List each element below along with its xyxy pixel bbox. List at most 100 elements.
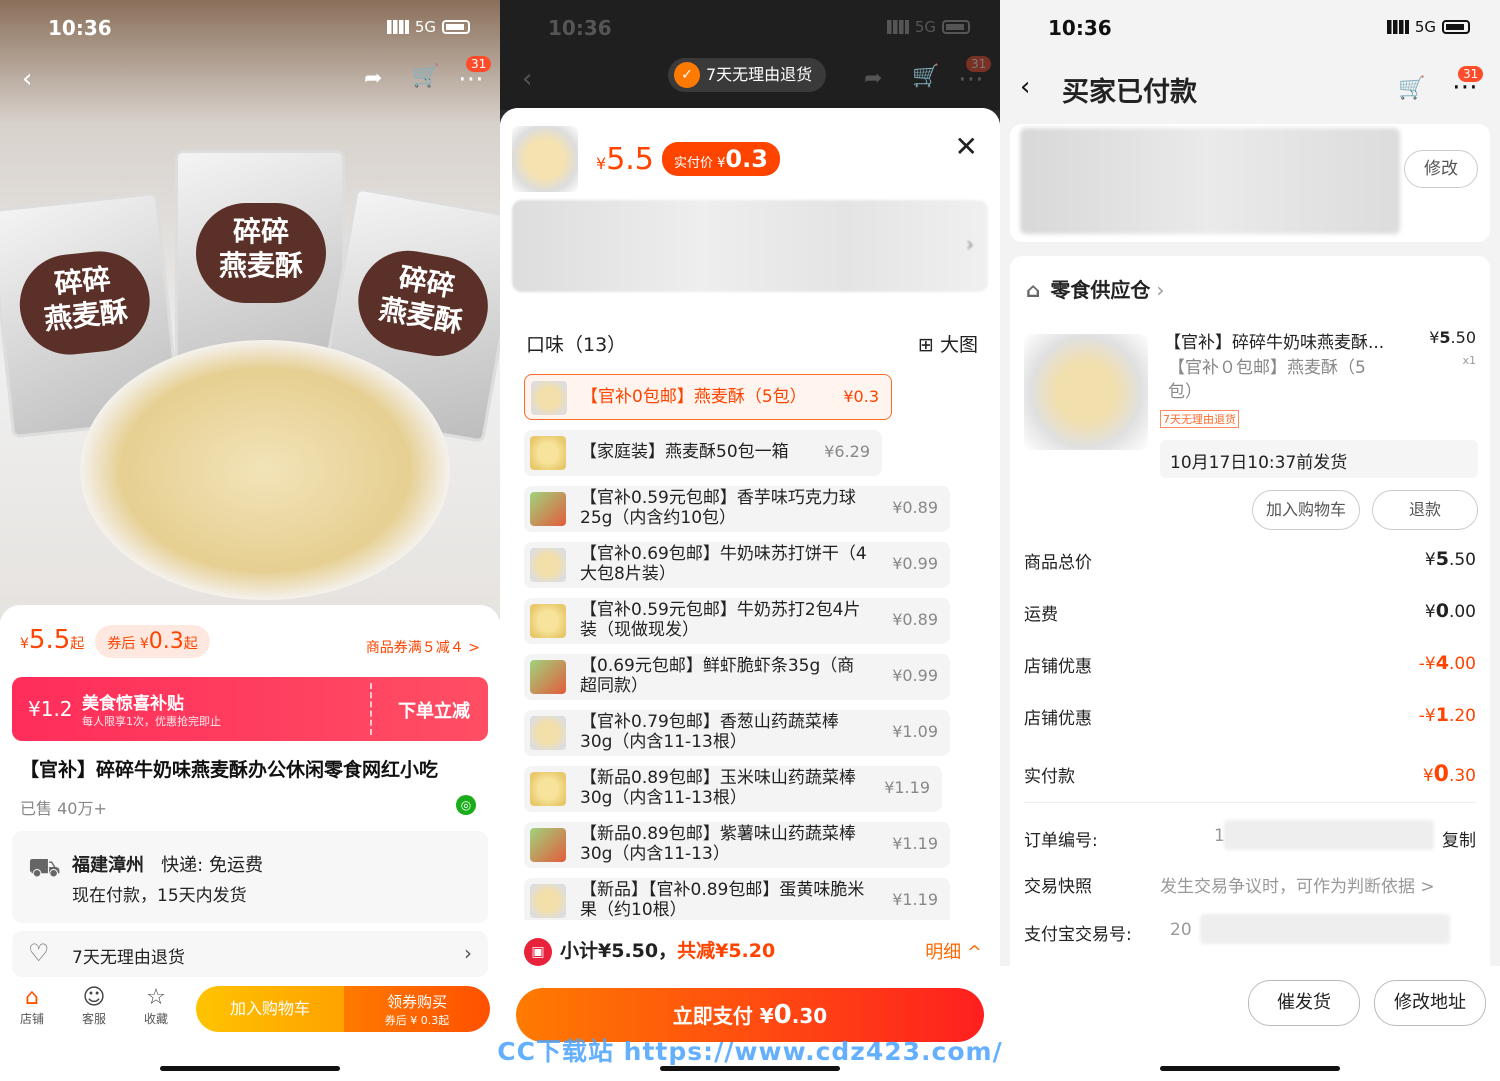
chevron-right-icon: › bbox=[464, 941, 472, 965]
option-thumbnail bbox=[530, 492, 566, 526]
sku-price: ¥5.5 bbox=[596, 142, 654, 177]
add-to-cart-button[interactable]: 加入购物车 bbox=[1252, 490, 1360, 530]
watermark-text: CC下载站 https://www.cdz423.com/ bbox=[497, 1037, 1003, 1066]
flavor-option[interactable]: 【家庭装】燕麦酥50包一箱 ¥6.29 bbox=[524, 430, 882, 476]
summary-value: -¥4.00 bbox=[1418, 652, 1476, 674]
service-button[interactable]: ☺ 客服 bbox=[72, 985, 116, 1027]
alipay-number-blurred bbox=[1200, 914, 1450, 944]
option-price: ¥1.19 bbox=[892, 890, 938, 909]
product-thumbnail bbox=[512, 126, 578, 192]
option-thumbnail bbox=[530, 660, 566, 694]
option-price: ¥0.3 bbox=[843, 387, 879, 406]
item-name[interactable]: 【官补】碎碎牛奶味燕麦酥... bbox=[1164, 328, 1404, 353]
summary-label: 店铺优惠 bbox=[1024, 657, 1092, 677]
price-summary-row: 店铺优惠 -¥1.20 bbox=[1024, 704, 1476, 729]
item-thumbnail[interactable] bbox=[1024, 334, 1148, 450]
favorite-button[interactable]: ☆ 收藏 bbox=[134, 985, 178, 1027]
summary-value: -¥1.20 bbox=[1418, 704, 1476, 726]
back-icon[interactable]: ‹ bbox=[1020, 72, 1030, 102]
flavor-option[interactable]: 【官补0包邮】燕麦酥（5包） ¥0.3 bbox=[524, 374, 892, 420]
order-header: 10:36 5G ‹ 买家已付款 🛒 ⋯ 31 bbox=[1000, 0, 1500, 120]
star-icon: ☆ bbox=[146, 985, 166, 1010]
option-price: ¥0.99 bbox=[892, 666, 938, 685]
item-spec: 【官补０包邮】燕麦酥（5包） bbox=[1168, 358, 1366, 402]
copy-button[interactable]: 复制 bbox=[1442, 826, 1476, 851]
store-icon: ⌂ bbox=[1026, 278, 1041, 302]
option-thumbnail bbox=[531, 381, 567, 415]
summary-label: 商品总价 bbox=[1024, 553, 1092, 573]
share-icon: ➦ bbox=[864, 66, 883, 91]
refund-button[interactable]: 退款 bbox=[1372, 490, 1478, 530]
buy-with-coupon-button[interactable]: 领券购买 券后 ¥ 0.3起 bbox=[344, 986, 490, 1032]
flavor-option[interactable]: 【新品0.89包邮】玉米味山药蔬菜棒30g（内含11-13根） ¥1.19 bbox=[524, 766, 942, 812]
alipay-number-row: 支付宝交易号: 20 bbox=[1024, 914, 1476, 945]
back-icon[interactable]: ‹ bbox=[22, 64, 32, 94]
option-name: 【新品0.89包邮】紫薯味山药蔬菜棒30g（内含11-13） bbox=[580, 824, 856, 864]
message-badge: 31 bbox=[966, 56, 992, 72]
service-icon: ☺ bbox=[82, 985, 106, 1010]
option-price: ¥1.09 bbox=[892, 722, 938, 741]
chevron-right-icon: › bbox=[1156, 278, 1165, 302]
share-icon[interactable]: ➦ bbox=[364, 66, 382, 91]
flavor-option[interactable]: 【官补0.59元包邮】牛奶苏打2包4片装（现做现发） ¥0.89 bbox=[524, 598, 950, 644]
option-thumbnail bbox=[530, 716, 566, 750]
order-card: ⌂ 零食供应仓 › 【官补】碎碎牛奶味燕麦酥... ¥5.50 x1 【官补０包邮】… bbox=[1010, 256, 1490, 996]
summary-value: ¥5.50 bbox=[1424, 548, 1476, 570]
item-price: ¥5.50 bbox=[1429, 328, 1476, 347]
flavor-option[interactable]: 【官补0.69包邮】牛奶味苏打饼干（4大包8片装） ¥0.99 bbox=[524, 542, 950, 588]
option-price: ¥1.19 bbox=[892, 834, 938, 853]
flavor-option[interactable]: 【0.69元包邮】鲜虾脆虾条35g（商超同款） ¥0.99 bbox=[524, 654, 950, 700]
option-thumbnail bbox=[530, 436, 566, 470]
option-name: 【新品0.89包邮】玉米味山药蔬菜棒30g（内含11-13根） bbox=[580, 768, 856, 808]
status-bar: 10:36 5G bbox=[500, 14, 1000, 44]
truck-icon: ⛟ bbox=[28, 853, 61, 883]
price-summary-row: 运费 ¥0.00 bbox=[1024, 600, 1476, 625]
status-bar: 10:36 5G bbox=[1000, 14, 1500, 44]
flavor-option[interactable]: 【新品】【官补0.89包邮】蛋黄味脆米果（约10根） ¥1.19 bbox=[524, 878, 950, 924]
option-thumbnail bbox=[530, 828, 566, 862]
modify-address-button[interactable]: 修改 bbox=[1404, 150, 1478, 188]
cart-icon[interactable]: 🛒 bbox=[1398, 76, 1425, 101]
option-price: ¥0.89 bbox=[892, 498, 938, 517]
return-policy-row[interactable]: ♡ 7天无理由退货 › bbox=[12, 931, 488, 977]
coupon-icon: ▣ bbox=[524, 937, 552, 966]
cart-icon[interactable]: 🛒 bbox=[412, 64, 439, 89]
status-bar: 10:36 5G bbox=[0, 14, 500, 44]
option-price: ¥6.29 bbox=[824, 442, 870, 461]
detail-toggle[interactable]: 明细 ^ bbox=[925, 938, 982, 964]
option-name: 【新品】【官补0.89包邮】蛋黄味脆米果（约10根） bbox=[580, 880, 865, 920]
address-row-blurred[interactable]: › bbox=[512, 200, 988, 292]
flavor-option[interactable]: 【新品0.89包邮】紫薯味山药蔬菜棒30g（内含11-13） ¥1.19 bbox=[524, 822, 950, 868]
price-summary-row: 店铺优惠 -¥4.00 bbox=[1024, 652, 1476, 677]
price-summary-row: 实付款 ¥0.30 bbox=[1024, 762, 1476, 787]
option-name: 【官补0.69包邮】牛奶味苏打饼干（4大包8片装） bbox=[580, 544, 867, 584]
add-to-cart-button[interactable]: 加入购物车 bbox=[196, 986, 344, 1032]
cart-icon: 🛒 bbox=[912, 64, 940, 89]
address-blurred bbox=[1020, 128, 1400, 234]
price-row: ¥5.5起 券后 ¥0.3起 商品券满５减４ > bbox=[20, 625, 480, 665]
subsidy-banner[interactable]: ¥1.2 美食惊喜补贴 每人限享1次，优惠抢完即止 下单立减 bbox=[12, 677, 488, 741]
message-badge: 31 bbox=[1458, 66, 1484, 82]
item-quantity: x1 bbox=[1462, 354, 1476, 367]
option-name: 【官补0.59元包邮】香芋味巧克力球25g（内含约10包） bbox=[580, 488, 856, 528]
wechat-icon[interactable]: ◎ bbox=[456, 795, 476, 815]
flavor-option[interactable]: 【官补0.79包邮】香葱山药蔬菜棒30g（内含11-13根） ¥1.09 bbox=[524, 710, 950, 756]
order-discount-button[interactable]: 下单立减 bbox=[398, 697, 470, 723]
shop-button[interactable]: ⌂ 店铺 bbox=[10, 985, 54, 1027]
product-title: 【官补】碎碎牛奶味燕麦酥办公休闲零食网红小吃 bbox=[20, 759, 439, 781]
shipping-info[interactable]: ⛟ 福建漳州 快递: 免运费 现在付款，15天内发货 bbox=[12, 831, 488, 923]
option-price: ¥1.19 bbox=[884, 778, 930, 797]
flavor-option[interactable]: 【官补0.59元包邮】香芋味巧克力球25g（内含约10包） ¥0.89 bbox=[524, 486, 950, 532]
close-icon[interactable]: ✕ bbox=[955, 130, 978, 163]
snapshot-row[interactable]: 交易快照 发生交易争议时，可作为判断依据 > bbox=[1024, 872, 1476, 897]
grid-icon: ⊞ bbox=[918, 334, 934, 356]
change-address-button[interactable]: 修改地址 bbox=[1374, 980, 1486, 1026]
coupon-link[interactable]: 商品券满５减４ > bbox=[366, 637, 480, 657]
sold-count: 已售 40万+ bbox=[20, 799, 107, 818]
big-view-toggle[interactable]: ⊞ 大图 bbox=[918, 330, 978, 357]
option-name: 【0.69元包邮】鲜虾脆虾条35g（商超同款） bbox=[580, 656, 855, 696]
remind-ship-button[interactable]: 催发货 bbox=[1248, 980, 1360, 1026]
product-hero-image[interactable]: 碎碎 燕麦酥 碎碎 燕麦酥 碎碎 燕麦酥 bbox=[0, 0, 500, 620]
shop-name-row[interactable]: ⌂ 零食供应仓 › bbox=[1026, 274, 1164, 303]
order-detail-screen: 10:36 5G ‹ 买家已付款 🛒 ⋯ 31 修改 ⌂ 零食供应仓 › 【官补】碎… bbox=[1000, 0, 1500, 1081]
